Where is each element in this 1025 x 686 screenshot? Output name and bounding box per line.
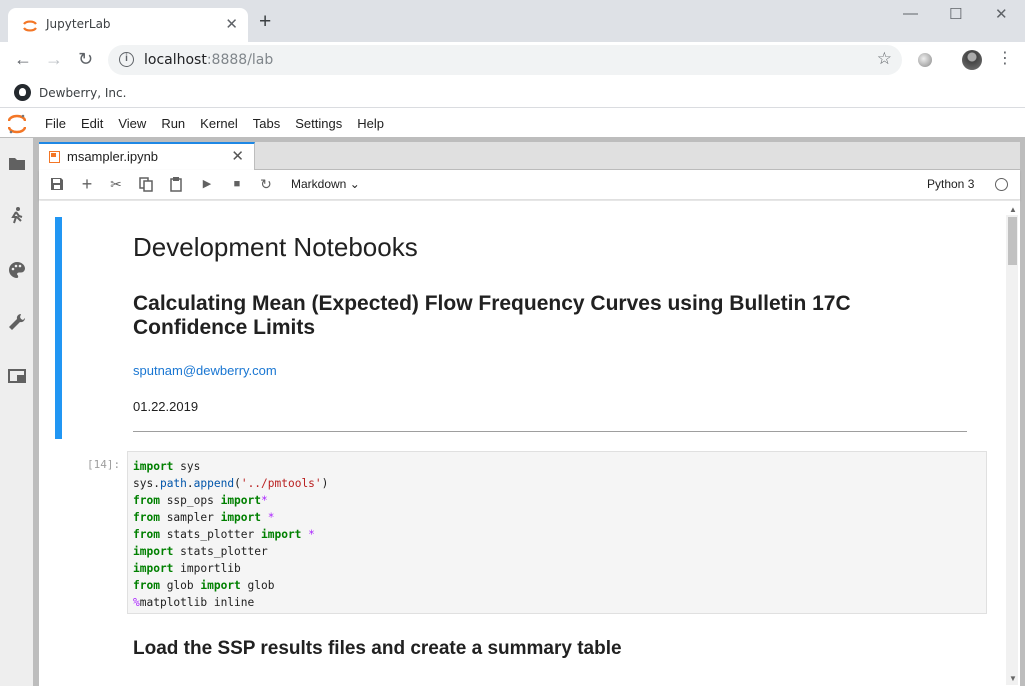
left-sidebar <box>0 138 34 686</box>
info-icon[interactable]: i <box>119 52 134 67</box>
menu-help[interactable]: Help <box>357 116 384 131</box>
save-icon[interactable] <box>49 176 65 192</box>
code-text[interactable]: import sys sys.path.append('../pmtools')… <box>133 458 981 611</box>
cell-prompt: [14]: <box>87 458 121 471</box>
window-close-icon[interactable]: ✕ <box>995 5 1008 23</box>
scroll-down-icon[interactable]: ▼ <box>1009 674 1017 683</box>
bookmark-star-icon[interactable]: ☆ <box>877 49 892 69</box>
date-text: 01.22.2019 <box>133 399 199 414</box>
restart-icon[interactable]: ↻ <box>258 176 274 192</box>
menu-file[interactable]: File <box>45 116 66 131</box>
kernel-status-icon <box>995 178 1008 191</box>
stop-icon[interactable]: ■ <box>229 176 245 192</box>
insert-cell-icon[interactable]: + <box>79 175 95 193</box>
email-link[interactable]: sputnam@dewberry.com <box>133 363 277 378</box>
browser-tab-strip: JupyterLab ✕ + — ☐ ✕ <box>0 0 1025 42</box>
kernel-name[interactable]: Python 3 <box>927 177 974 191</box>
extension-icon[interactable] <box>918 53 932 67</box>
browser-toolbar: ← → ↻ i localhost:8888/lab ☆ ⋮ <box>0 42 1025 78</box>
cut-icon[interactable]: ✂ <box>108 176 124 192</box>
new-tab-button[interactable]: + <box>259 10 271 34</box>
menu-kernel[interactable]: Kernel <box>200 116 238 131</box>
jupyter-favicon-icon <box>23 20 37 32</box>
minimize-icon[interactable]: — <box>903 5 918 22</box>
reload-icon[interactable]: ↻ <box>78 49 93 69</box>
horizontal-rule <box>133 431 967 432</box>
browser-tab[interactable]: JupyterLab ✕ <box>8 8 248 42</box>
menu-run[interactable]: Run <box>161 116 185 131</box>
menu-settings[interactable]: Settings <box>295 116 342 131</box>
browser-tab-title: JupyterLab <box>46 17 111 31</box>
bookmark-label: Dewberry, Inc. <box>39 85 127 100</box>
tab-bar-fill <box>255 142 1020 170</box>
tab-close-icon[interactable]: ✕ <box>225 15 238 33</box>
doc-tab-close-icon[interactable]: ✕ <box>231 147 244 165</box>
cell-type-select[interactable]: Markdown ⌄ <box>291 177 360 191</box>
paste-icon[interactable] <box>168 176 184 192</box>
notebook-toolbar: + ✂ ▶ ■ ↻ Markdown ⌄ Python 3 <box>39 170 1020 200</box>
url-text[interactable]: localhost:8888/lab <box>144 52 273 68</box>
active-cell-indicator <box>55 217 62 439</box>
vertical-scrollbar[interactable]: ▲ ▼ <box>1006 205 1018 685</box>
wrench-icon[interactable] <box>7 312 27 332</box>
tabs-icon[interactable] <box>7 366 27 386</box>
notebook-icon <box>49 151 60 163</box>
chevron-down-icon: ⌄ <box>349 177 360 191</box>
github-icon <box>14 84 31 101</box>
palette-icon[interactable] <box>7 260 27 280</box>
menu-edit[interactable]: Edit <box>81 116 103 131</box>
jupyter-menubar: File Edit View Run Kernel Tabs Settings … <box>0 109 1025 138</box>
address-bar[interactable]: i localhost:8888/lab ☆ <box>108 45 902 75</box>
code-cell[interactable]: import sys sys.path.append('../pmtools')… <box>127 451 987 614</box>
copy-icon[interactable] <box>138 176 154 192</box>
menu-tabs[interactable]: Tabs <box>253 116 280 131</box>
scroll-up-icon[interactable]: ▲ <box>1009 205 1017 214</box>
maximize-icon[interactable]: ☐ <box>949 5 962 23</box>
notebook-panel: msampler.ipynb ✕ + ✂ ▶ ■ ↻ Markdown ⌄ Py… <box>39 142 1020 686</box>
chrome-menu-icon[interactable]: ⋮ <box>997 50 1013 68</box>
jupyter-logo-icon <box>8 114 26 134</box>
scrollbar-thumb[interactable] <box>1008 217 1017 265</box>
profile-avatar[interactable] <box>962 50 982 70</box>
running-icon[interactable] <box>7 206 27 226</box>
tab-msampler[interactable]: msampler.ipynb ✕ <box>39 142 255 170</box>
section-heading: Load the SSP results files and create a … <box>133 638 622 659</box>
notebook-content[interactable]: Development Notebooks Calculating Mean (… <box>39 201 1020 686</box>
main-area: msampler.ipynb ✕ + ✂ ▶ ■ ↻ Markdown ⌄ Py… <box>0 138 1025 686</box>
notebook-title: Development Notebooks <box>133 232 418 262</box>
back-icon[interactable]: ← <box>14 49 32 69</box>
bookmarks-bar: Dewberry, Inc. <box>0 78 1025 108</box>
menu-view[interactable]: View <box>118 116 146 131</box>
folder-icon[interactable] <box>7 154 27 174</box>
forward-icon[interactable]: → <box>45 49 63 69</box>
run-icon[interactable]: ▶ <box>199 176 215 192</box>
notebook-subtitle: Calculating Mean (Expected) Flow Frequen… <box>133 292 851 339</box>
doc-tab-label: msampler.ipynb <box>67 149 159 164</box>
bookmark-dewberry[interactable]: Dewberry, Inc. <box>14 84 126 101</box>
